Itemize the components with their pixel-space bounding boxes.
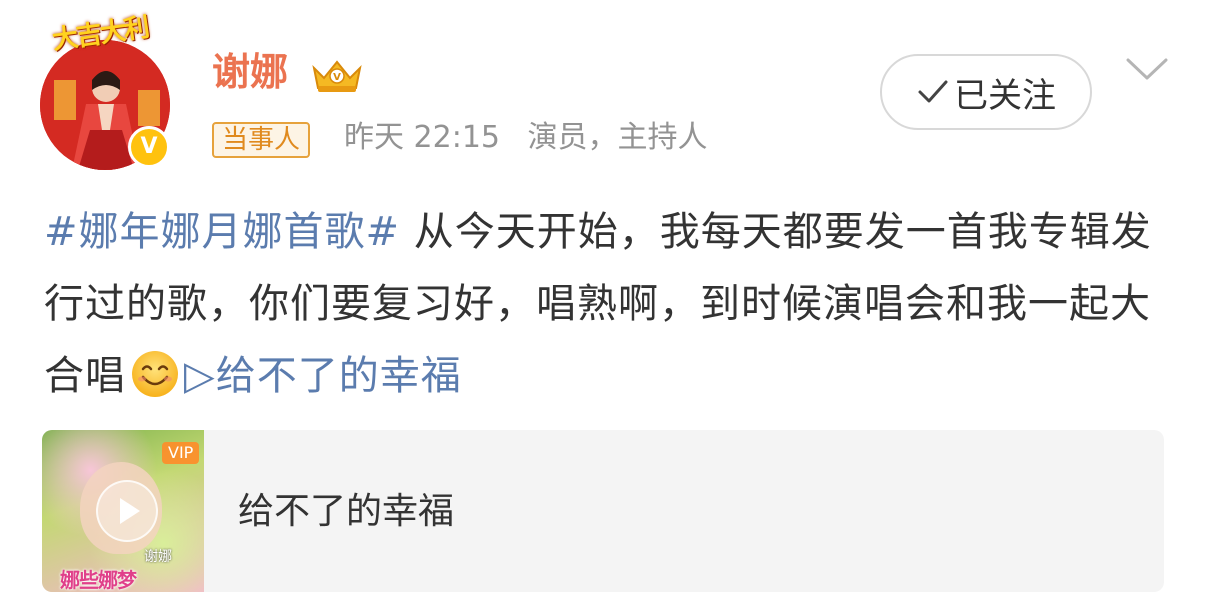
- check-icon: [918, 80, 948, 103]
- music-link[interactable]: ▷给不了的幸福: [184, 353, 462, 399]
- post-content: #娜年娜月娜首歌# 从今天开始，我每天都要发一首我专辑发行过的歌，你们要复习好，…: [44, 196, 1174, 412]
- smile-emoji-icon: [132, 351, 178, 397]
- party-tag: 当事人: [212, 122, 311, 158]
- user-occupation: 演员，主持人: [527, 120, 708, 155]
- hashtag-link[interactable]: #娜年娜月娜首歌#: [44, 209, 400, 255]
- vip-crown-icon[interactable]: V: [310, 56, 364, 94]
- post-time: 昨天 22:15: [344, 120, 500, 155]
- verified-badge-icon: V: [128, 126, 170, 168]
- music-card[interactable]: VIP 谢娜 娜些娜梦 给不了的幸福: [42, 430, 1164, 592]
- follow-button[interactable]: 已关注: [880, 54, 1092, 130]
- card-title[interactable]: 给不了的幸福: [238, 488, 454, 536]
- cover-album-title: 娜些娜梦: [60, 568, 137, 592]
- play-triangle-icon: ▷: [184, 353, 216, 399]
- album-cover[interactable]: VIP 谢娜 娜些娜梦: [42, 430, 204, 592]
- play-icon[interactable]: [96, 480, 158, 542]
- cover-artist: 谢娜: [144, 549, 172, 565]
- music-link-text: 给不了的幸福: [215, 353, 462, 399]
- avatar-banner-text: 大吉大利: [50, 12, 150, 56]
- svg-text:V: V: [333, 72, 341, 83]
- username[interactable]: 谢娜: [212, 48, 288, 96]
- post-meta: 昨天 22:15 演员，主持人: [344, 118, 726, 158]
- avatar-container[interactable]: 大吉大利 V: [40, 10, 180, 170]
- vip-badge: VIP: [162, 442, 200, 464]
- chevron-down-icon[interactable]: [1124, 54, 1170, 84]
- follow-label: 已关注: [954, 75, 1056, 116]
